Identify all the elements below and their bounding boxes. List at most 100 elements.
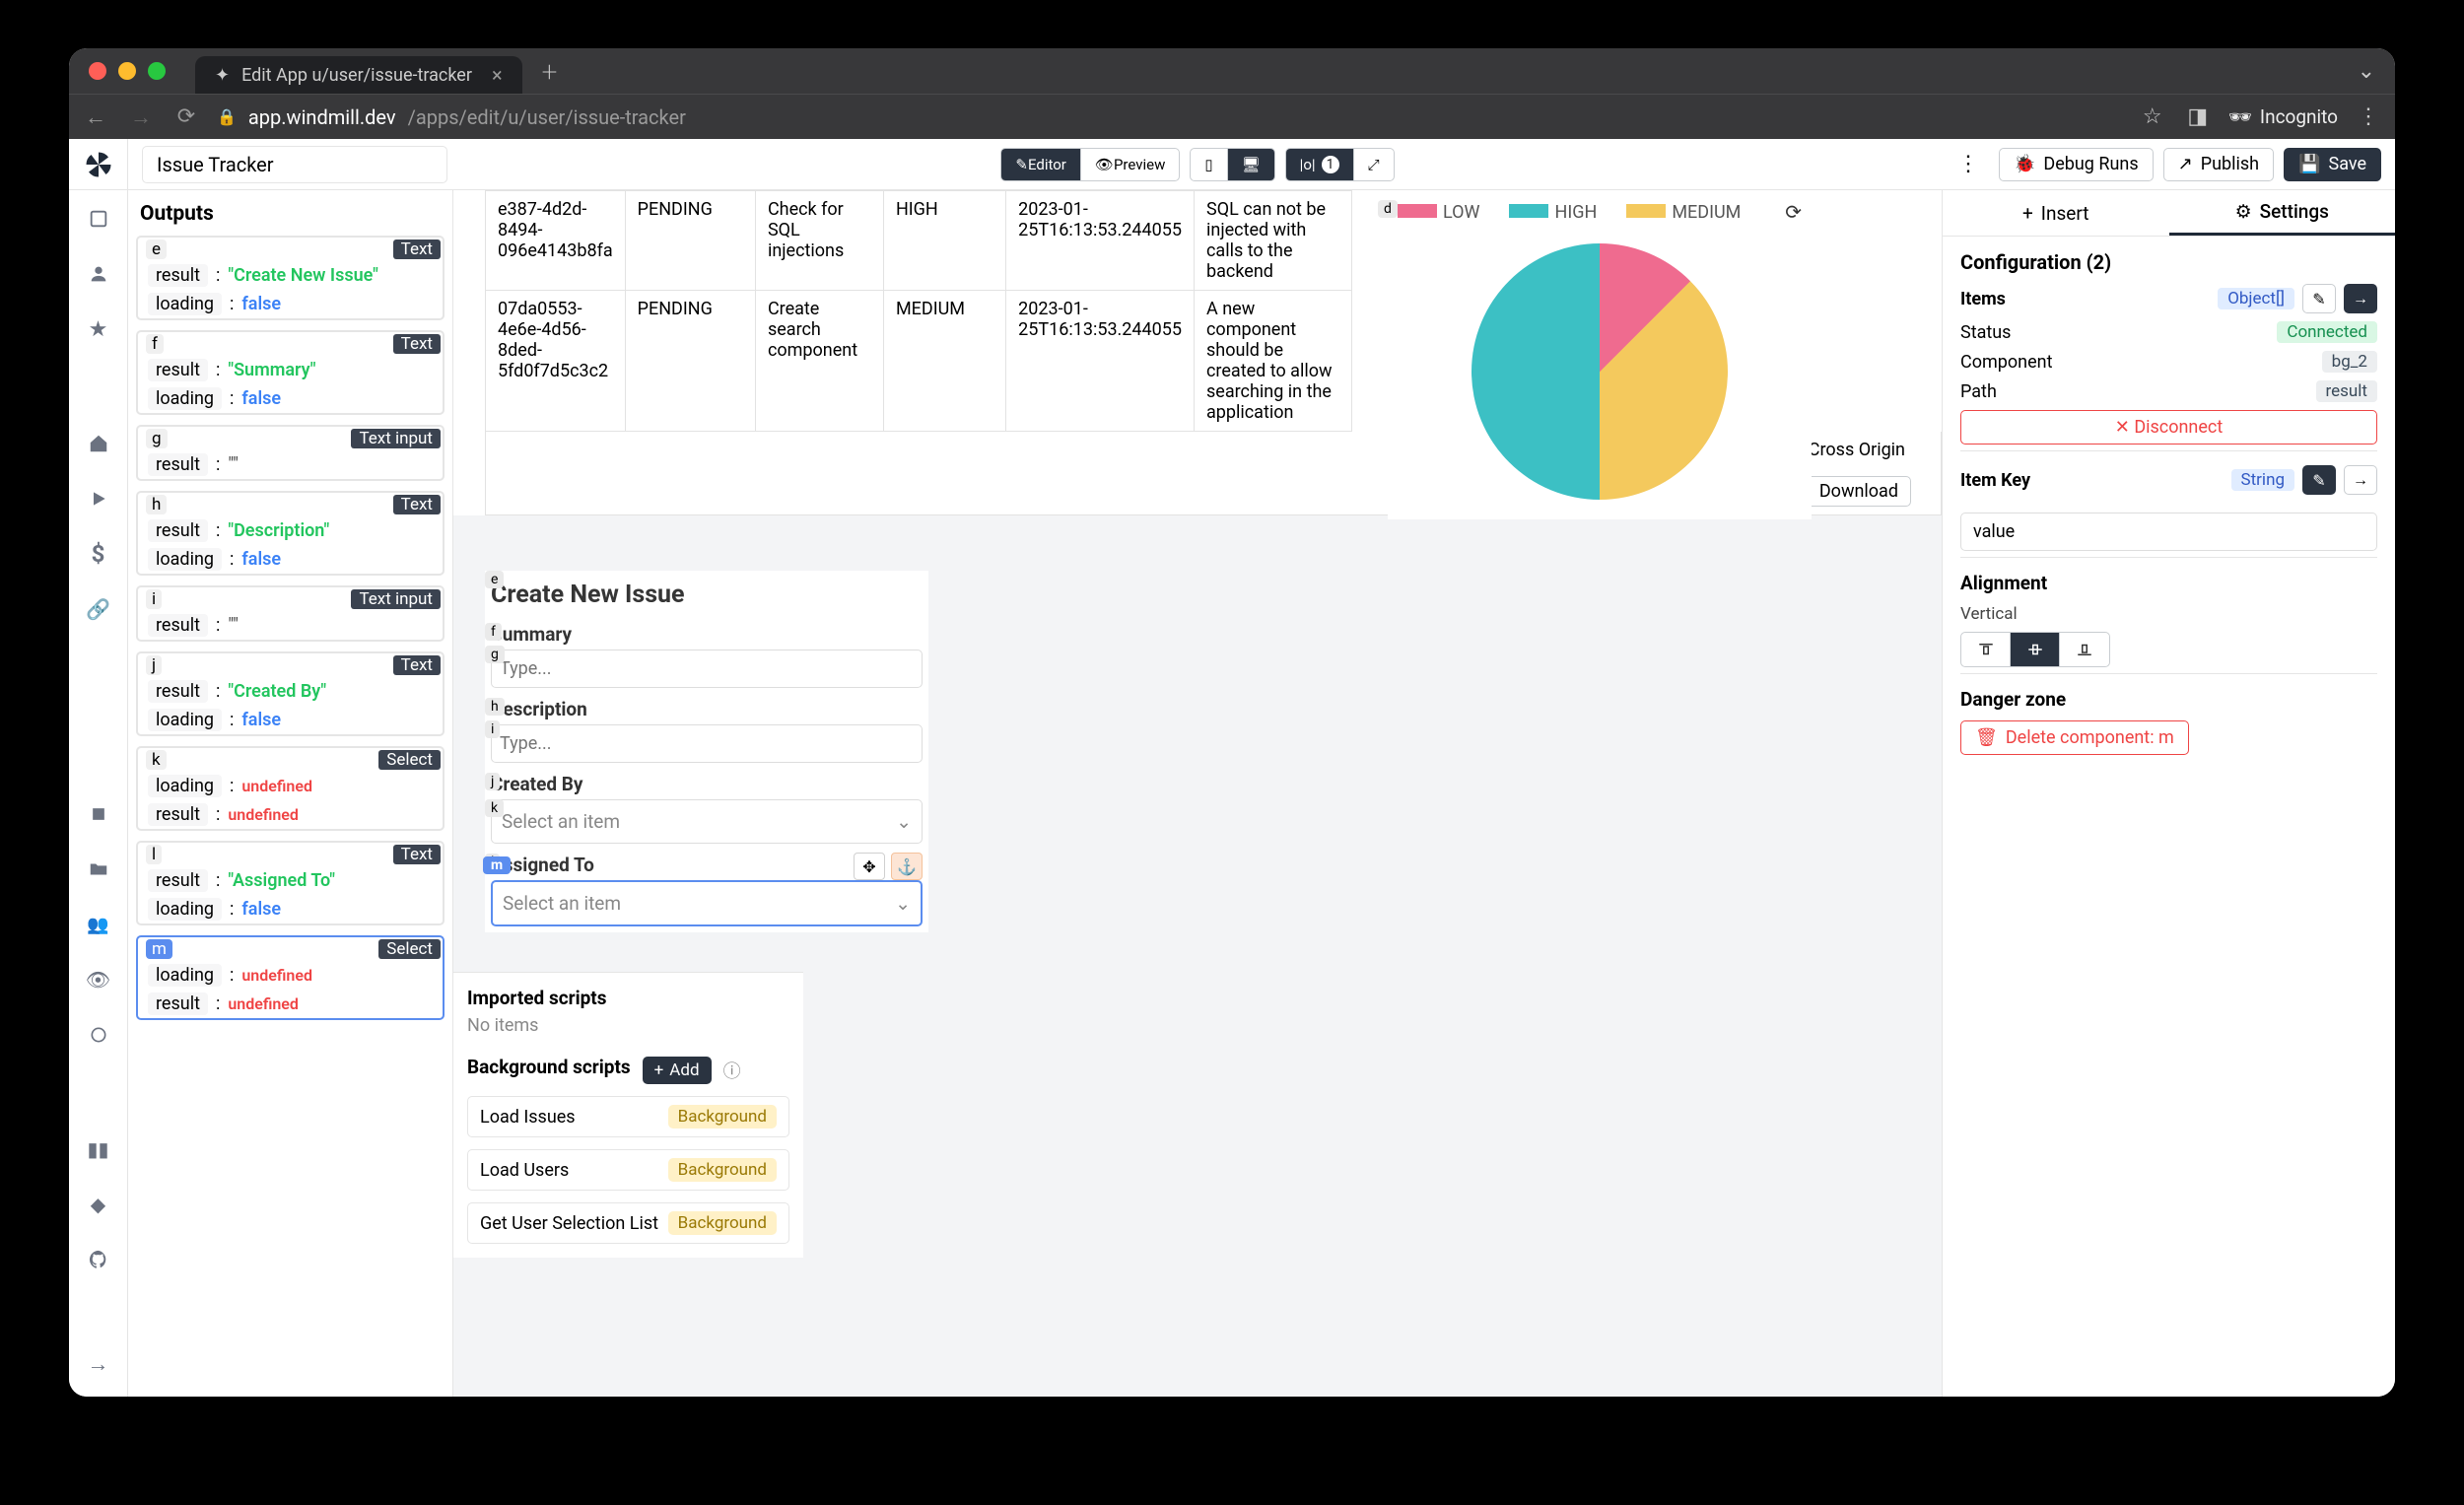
item-key-input[interactable] [1960, 513, 2377, 551]
output-block-k[interactable]: kSelectloading:undefinedresult:undefined [136, 746, 445, 831]
edit-items-button[interactable]: ✎ [2302, 284, 2336, 313]
created-by-label: Created By [491, 773, 923, 795]
nav-circle-icon[interactable] [86, 1022, 111, 1048]
url-host: app.windmill.dev [248, 105, 396, 129]
more-menu-button[interactable]: ⋮ [1948, 148, 1989, 181]
back-button[interactable]: ← [81, 104, 110, 130]
incognito-label: Incognito [2260, 105, 2338, 128]
vertical-alignment-buttons [1960, 632, 2110, 667]
desktop-viewport-button[interactable]: 🖥 [1228, 149, 1274, 180]
assigned-to-select[interactable]: Select an item⌄ [491, 880, 923, 926]
nav-app-icon[interactable] [86, 206, 111, 232]
edit-item-key-button[interactable]: ✎ [2302, 465, 2336, 495]
background-script-row[interactable]: Load IssuesBackground [467, 1096, 789, 1137]
forward-button[interactable]: → [126, 104, 156, 130]
close-tab-icon[interactable]: × [492, 63, 503, 87]
address-bar[interactable]: 🔒 app.windmill.dev/apps/edit/u/user/issu… [217, 105, 2122, 129]
info-icon[interactable]: ⓘ [723, 1058, 741, 1083]
add-script-button[interactable]: +Add [643, 1057, 712, 1084]
nav-folder-icon[interactable] [86, 856, 111, 882]
output-block-j[interactable]: jTextresult:"Created By"loading:false [136, 651, 445, 736]
pie-chart-panel[interactable]: d LOW HIGH MEDIUM ⟳ [1388, 190, 1812, 519]
output-block-i[interactable]: iText inputresult:"" [136, 585, 445, 642]
items-arrow-button[interactable]: → [2344, 284, 2377, 313]
component-label: Component [1960, 352, 2052, 373]
output-head: lText [138, 843, 443, 866]
insert-tab[interactable]: +Insert [1943, 190, 2169, 236]
align-top-button[interactable] [1961, 633, 2011, 666]
move-handle[interactable]: ✥ [854, 853, 885, 880]
nav-link-icon[interactable]: 🔗 [86, 596, 111, 622]
width-indicator[interactable]: |o|1 [1286, 149, 1354, 180]
editor-mode-button[interactable]: ✎Editor [1001, 149, 1080, 180]
output-block-g[interactable]: gText inputresult:"" [136, 425, 445, 481]
nav-play-icon[interactable] [86, 486, 111, 512]
browser-menu-icon[interactable]: ⋮ [2354, 104, 2383, 129]
mobile-viewport-button[interactable]: ▯ [1191, 149, 1227, 180]
output-block-h[interactable]: hTextresult:"Description"loading:false [136, 491, 445, 576]
preview-mode-button[interactable]: 👁Preview [1081, 149, 1179, 180]
tabs-menu-icon[interactable]: ⌄ [2358, 59, 2375, 84]
canvas[interactable]: e387-4d2d-8494-096e4143b8faPENDINGCheck … [453, 190, 1942, 1397]
output-block-l[interactable]: lTextresult:"Assigned To"loading:false [136, 841, 445, 925]
background-script-row[interactable]: Get User Selection ListBackground [467, 1202, 789, 1244]
output-block-e[interactable]: eTextresult:"Create New Issue"loading:fa… [136, 236, 445, 320]
browser-toolbar: ← → ⟳ 🔒 app.windmill.dev/apps/edit/u/use… [69, 94, 2395, 139]
nav-home-icon[interactable] [86, 431, 111, 456]
nav-dollar-icon[interactable]: $ [86, 541, 111, 567]
windmill-logo[interactable] [69, 139, 128, 190]
scripts-panel: Imported scripts No items Background scr… [453, 972, 803, 1258]
minimize-window-button[interactable] [118, 62, 136, 80]
item-key-arrow-button[interactable]: → [2344, 465, 2377, 495]
output-key: result [148, 992, 208, 1015]
reload-button[interactable]: ⟳ [171, 104, 201, 129]
align-middle-button[interactable] [2011, 633, 2060, 666]
created-by-select[interactable]: Select an item⌄ [491, 799, 923, 844]
nav-collapse-icon[interactable]: → [86, 1351, 111, 1377]
delete-component-label: Delete component: m [2006, 727, 2174, 748]
output-block-f[interactable]: fTextresult:"Summary"loading:false [136, 330, 445, 415]
nav-eye-icon[interactable]: 👁 [86, 967, 111, 992]
table-row[interactable]: e387-4d2d-8494-096e4143b8faPENDINGCheck … [486, 191, 1352, 291]
refresh-icon[interactable]: ⟳ [1785, 200, 1802, 224]
browser-tab[interactable]: ✦ Edit App u/user/issue-tracker × [195, 56, 522, 94]
component-value-pill: bg_2 [2322, 351, 2377, 373]
background-script-row[interactable]: Load UsersBackground [467, 1149, 789, 1191]
align-bottom-button[interactable] [2060, 633, 2109, 666]
nav-discord-icon[interactable]: ◆ [86, 1192, 111, 1217]
output-value: "Create New Issue" [228, 265, 378, 286]
maximize-window-button[interactable] [148, 62, 166, 80]
background-badge: Background [668, 1105, 777, 1129]
publish-button[interactable]: ↗Publish [2163, 148, 2274, 181]
output-value: "Summary" [228, 360, 315, 380]
output-block-m[interactable]: mSelectloading:undefinedresult:undefined [136, 935, 445, 1020]
legend-high: HIGH [1509, 202, 1597, 223]
anchor-handle[interactable]: ⚓ [891, 853, 923, 880]
component-tag-h: h [485, 698, 505, 716]
new-tab-button[interactable]: + [542, 55, 558, 88]
nav-github-icon[interactable] [86, 1247, 111, 1272]
debug-runs-button[interactable]: 🐞Debug Runs [1999, 148, 2154, 181]
panel-toggle-icon[interactable]: ◨ [2183, 104, 2213, 129]
nav-users-icon[interactable]: 👥 [86, 912, 111, 937]
delete-component-button[interactable]: 🗑Delete component: m [1960, 720, 2189, 755]
nav-star-icon[interactable]: ★ [86, 316, 111, 342]
nav-user-icon[interactable] [86, 261, 111, 287]
table-row[interactable]: 07da0553-4e6e-4d56-8ded-5fd0f7d5c3c2PEND… [486, 291, 1352, 432]
background-scripts-title: Background scripts [467, 1056, 631, 1078]
description-input[interactable] [491, 724, 923, 763]
summary-input[interactable] [491, 650, 923, 688]
bookmark-icon[interactable]: ☆ [2138, 104, 2167, 129]
settings-tab[interactable]: ⚙Settings [2169, 190, 2396, 236]
disconnect-button[interactable]: ✕ Disconnect [1960, 410, 2377, 445]
nav-book-icon[interactable]: ▮▮ [86, 1136, 111, 1162]
nav-box-icon[interactable] [86, 801, 111, 827]
items-label: Items [1960, 289, 2006, 309]
fullscreen-button[interactable]: ⤢ [1354, 149, 1394, 180]
save-button[interactable]: 💾Save [2284, 148, 2381, 181]
app-name-input[interactable] [142, 146, 447, 183]
desktop-icon: 🖥 [1242, 156, 1261, 173]
close-window-button[interactable] [89, 62, 106, 80]
output-type-badge: Select [378, 939, 441, 959]
width-group: |o|1 ⤢ [1285, 148, 1395, 181]
